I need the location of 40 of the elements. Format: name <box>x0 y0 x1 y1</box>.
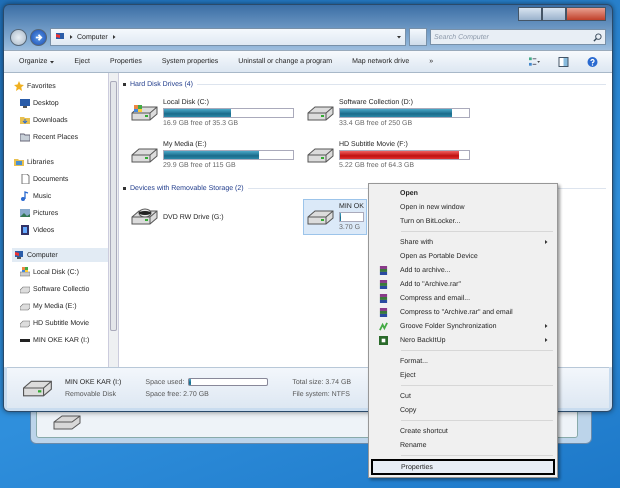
forward-button[interactable] <box>30 28 47 46</box>
drive-icon <box>20 267 30 277</box>
maximize-button[interactable] <box>542 7 566 21</box>
dvd-drive-icon <box>130 208 160 226</box>
star-icon <box>14 81 24 91</box>
drive-icon <box>130 104 160 122</box>
help-icon <box>587 56 598 66</box>
close-button[interactable] <box>566 7 606 21</box>
refresh-button[interactable] <box>409 28 427 46</box>
folder-icon <box>20 115 30 125</box>
preview-pane-icon <box>558 56 569 66</box>
drive-icon <box>130 146 160 164</box>
minimize-button[interactable] <box>518 7 542 21</box>
archive-icon <box>378 266 388 274</box>
library-icon <box>14 157 24 167</box>
document-icon <box>20 174 30 184</box>
computer-icon <box>55 32 65 42</box>
drive-icon <box>306 208 336 226</box>
drive-icon <box>306 146 336 164</box>
collapse-icon <box>123 82 126 86</box>
music-note-icon <box>20 191 30 201</box>
archive-icon <box>378 294 388 302</box>
archive-icon <box>378 308 388 316</box>
drive-icon <box>21 378 55 398</box>
collapse-icon <box>123 186 126 190</box>
search-icon <box>593 33 602 42</box>
monitor-icon <box>20 98 30 108</box>
drive-icon <box>306 104 336 122</box>
view-options-icon <box>529 56 540 66</box>
back-button[interactable] <box>10 28 27 46</box>
chevron-icon <box>69 35 73 39</box>
computer-icon <box>14 250 24 260</box>
dropdown-arrow-icon <box>397 35 401 39</box>
folder-icon <box>20 132 30 142</box>
chevron-icon <box>112 35 116 39</box>
picture-icon <box>20 208 30 218</box>
arrow-icon <box>34 32 43 42</box>
scrollbar[interactable] <box>108 73 119 367</box>
archive-icon <box>378 280 388 288</box>
film-icon <box>20 225 30 235</box>
